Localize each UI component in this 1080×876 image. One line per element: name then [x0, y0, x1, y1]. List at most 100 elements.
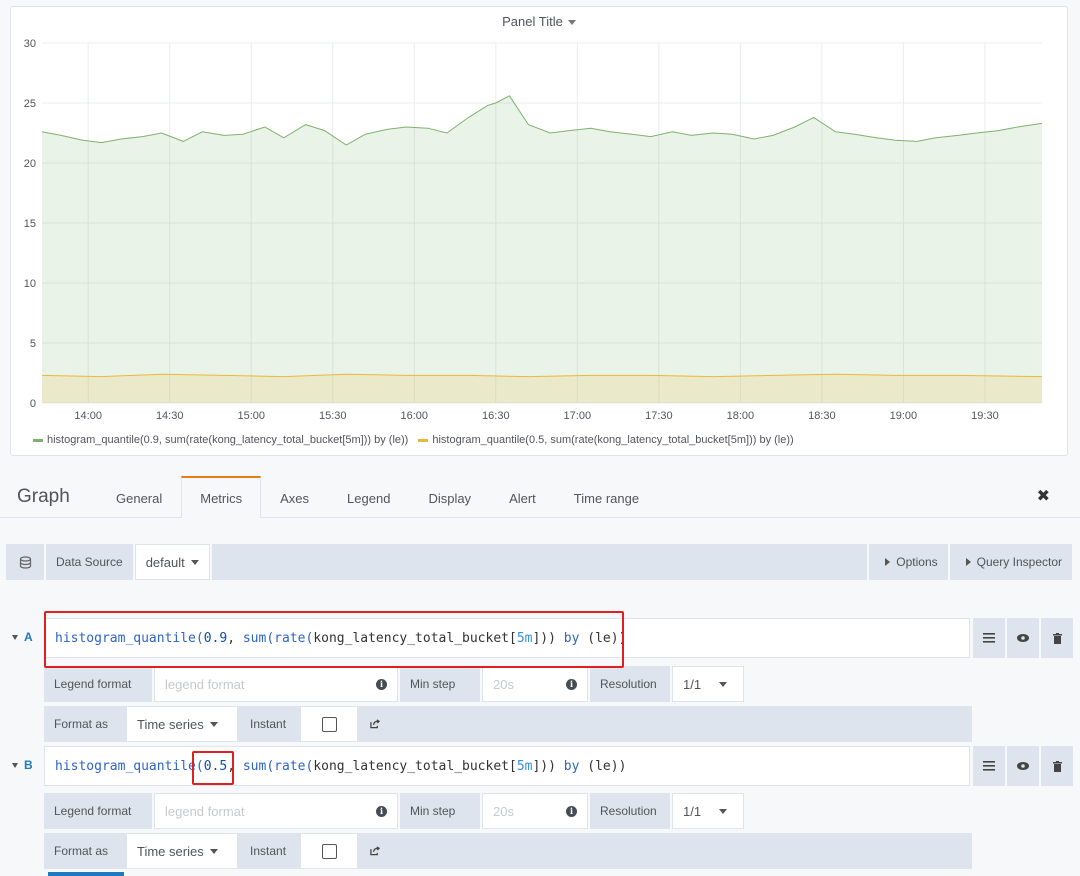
x-tick-label: 17:00	[564, 410, 592, 422]
datasource-row: Data Source default Options Query Inspec…	[6, 544, 1072, 580]
menu-icon[interactable]	[973, 746, 1005, 786]
min-step-input[interactable]: 20s i	[482, 666, 588, 702]
latency-chart: 0 5 10 15 20 25 30 14:00 14:30 15:00 15:30 16:00 16:…	[24, 38, 1043, 422]
y-tick-label: 10	[24, 278, 36, 290]
info-icon[interactable]: i	[376, 678, 387, 690]
y-tick-label: 20	[24, 158, 36, 170]
resolution-value: 1/1	[683, 676, 702, 692]
y-tick-label: 30	[24, 38, 36, 50]
tab-alert[interactable]: Alert	[490, 476, 555, 518]
query-letter: B	[24, 758, 33, 772]
chevron-down-icon	[209, 721, 218, 727]
chevron-down-icon	[719, 681, 728, 687]
panel-title-text: Panel Title	[502, 14, 563, 29]
options-label: Options	[896, 555, 938, 569]
query-bracket: [	[508, 759, 517, 774]
series-area	[42, 95, 1042, 404]
share-icon[interactable]	[360, 833, 390, 869]
highlight-query-a	[44, 611, 624, 668]
legend-swatch	[33, 438, 43, 442]
query-b-toggle[interactable]: B	[12, 758, 33, 772]
datasource-value: default	[145, 554, 185, 570]
info-icon[interactable]: i	[376, 805, 387, 817]
highlight-quantile-b	[192, 751, 234, 785]
min-step-label: Min step	[400, 666, 480, 702]
tab-general[interactable]: General	[97, 476, 181, 518]
eye-icon[interactable]	[1007, 618, 1039, 658]
format-as-select[interactable]: Time series	[126, 706, 238, 742]
x-tick-label: 14:00	[74, 410, 102, 422]
trash-icon[interactable]	[1041, 618, 1073, 658]
database-icon	[6, 544, 44, 580]
resolution-select[interactable]: 1/1	[672, 666, 744, 702]
caret-right-icon	[965, 558, 971, 566]
datasource-filler	[211, 544, 868, 580]
instant-checkbox[interactable]	[321, 716, 337, 732]
query-a-options: Legend format legend format i Min step 2…	[44, 666, 746, 702]
query-letter: A	[24, 630, 33, 644]
query-a-format-row: Format as Time series Instant	[44, 706, 972, 742]
resolution-label: Resolution	[590, 666, 670, 702]
menu-icon[interactable]	[973, 618, 1005, 658]
legend-label: histogram_quantile(0.9, sum(rate(kong_la…	[47, 434, 409, 446]
tab-axes[interactable]: Axes	[261, 476, 328, 518]
query-b-format-row: Format as Time series Instant	[44, 833, 972, 869]
editor-tabs: General Metrics Axes Legend Display Aler…	[97, 476, 658, 518]
close-icon[interactable]: ✖	[1037, 486, 1050, 506]
query-metric: kong_latency_total_bucket	[313, 759, 509, 774]
x-tick-label: 17:30	[645, 410, 673, 422]
y-tick-label: 25	[24, 98, 36, 110]
panel-title[interactable]: Panel Title	[11, 14, 1067, 29]
legend-format-input[interactable]: legend format i	[154, 666, 398, 702]
resolution-select[interactable]: 1/1	[672, 793, 744, 829]
instant-checkbox[interactable]	[321, 843, 337, 859]
instant-label: Instant	[240, 706, 298, 742]
format-as-value: Time series	[137, 843, 204, 859]
chevron-down-icon	[719, 808, 728, 814]
graph-panel: 0 5 10 15 20 25 30 14:00 14:30 15:00 15:30 16:00 16:…	[10, 6, 1068, 456]
y-tick-label: 5	[30, 338, 36, 350]
query-tail: (le))	[579, 759, 627, 774]
tab-metrics[interactable]: Metrics	[181, 476, 262, 518]
add-query-button[interactable]	[48, 872, 124, 876]
min-step-label: Min step	[400, 793, 480, 829]
legend-item-p90[interactable]: histogram_quantile(0.9, sum(rate(kong_la…	[33, 434, 408, 446]
x-tick-label: 16:30	[482, 410, 510, 422]
tab-display[interactable]: Display	[409, 476, 490, 518]
caret-down-icon	[12, 762, 18, 768]
instant-checkbox-box[interactable]	[300, 706, 358, 742]
legend-format-label: Legend format	[44, 793, 152, 829]
tab-legend[interactable]: Legend	[328, 476, 409, 518]
resolution-value: 1/1	[683, 803, 702, 819]
info-icon[interactable]: i	[566, 678, 577, 690]
min-step-input[interactable]: 20s i	[482, 793, 588, 829]
query-b-expression[interactable]: histogram_quantile(0.5, sum(rate(kong_la…	[44, 746, 970, 786]
share-icon[interactable]	[360, 706, 390, 742]
legend-format-placeholder: legend format	[165, 803, 245, 819]
legend-swatch	[418, 438, 429, 442]
y-tick-label: 0	[30, 398, 36, 410]
query-inspector-label: Query Inspector	[976, 555, 1062, 569]
query-a-actions	[973, 618, 1073, 658]
query-inspector-button[interactable]: Query Inspector	[949, 544, 1072, 580]
tab-time-range[interactable]: Time range	[555, 476, 658, 518]
trash-icon[interactable]	[1041, 746, 1073, 786]
query-b-actions	[973, 746, 1073, 786]
resolution-label: Resolution	[590, 793, 670, 829]
options-button[interactable]: Options	[869, 544, 948, 580]
min-step-placeholder: 20s	[493, 676, 514, 692]
instant-checkbox-box[interactable]	[300, 833, 358, 869]
datasource-select[interactable]: default	[134, 544, 210, 580]
chevron-down-icon	[567, 20, 576, 26]
query-bracket: ]))	[532, 759, 564, 774]
info-icon[interactable]: i	[566, 805, 577, 817]
format-as-select[interactable]: Time series	[126, 833, 238, 869]
editor-header: Graph General Metrics Axes Legend Displa…	[0, 476, 1080, 518]
legend-item-p50[interactable]: histogram_quantile(0.5, sum(rate(kong_la…	[418, 434, 794, 446]
format-as-label: Format as	[44, 833, 124, 869]
chevron-down-icon	[209, 848, 218, 854]
x-tick-label: 15:00	[237, 410, 265, 422]
query-a-toggle[interactable]: A	[12, 630, 33, 644]
legend-format-input[interactable]: legend format i	[154, 793, 398, 829]
eye-icon[interactable]	[1007, 746, 1039, 786]
